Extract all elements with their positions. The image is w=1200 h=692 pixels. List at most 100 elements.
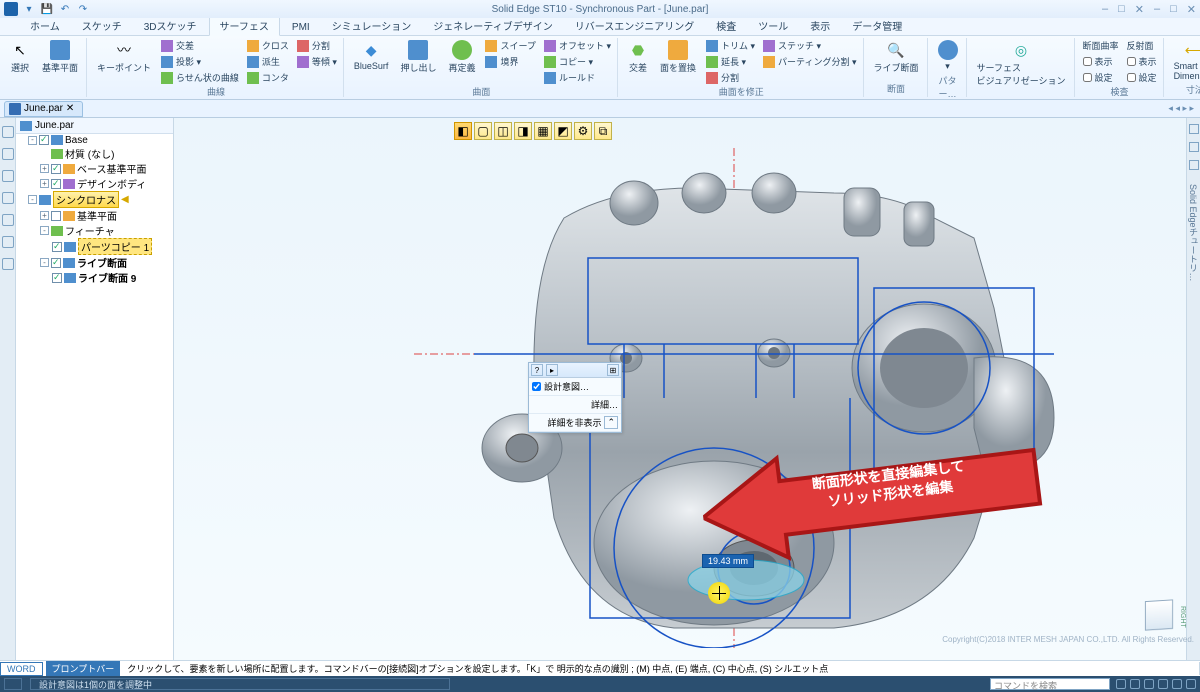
surface-viz-button[interactable]: ◎サーフェス ビジュアリゼーション <box>973 38 1070 89</box>
play-icon[interactable]: ▸ <box>546 364 558 376</box>
tab-sketch[interactable]: スケッチ <box>72 16 132 35</box>
ruled-button[interactable]: ルールド <box>542 70 613 85</box>
view-btn[interactable]: ◫ <box>494 122 512 140</box>
split-surf-button[interactable]: 分割 <box>704 70 757 85</box>
status-icon[interactable] <box>1116 679 1126 689</box>
rail-icon[interactable] <box>1189 124 1199 134</box>
tree-root[interactable]: June.par <box>16 118 173 134</box>
doc-close-icon[interactable]: ✕ <box>1187 3 1196 16</box>
doc-tab-active[interactable]: June.par ✕ <box>4 101 83 117</box>
tree-item[interactable]: +基準平面 <box>40 208 117 223</box>
tree-item[interactable]: ライブ断面 9 <box>52 270 136 285</box>
view-btn[interactable]: ◧ <box>454 122 472 140</box>
doc-tab-close-icon[interactable]: ✕ <box>66 103 74 114</box>
tab-simulation[interactable]: シミュレーション <box>322 16 422 35</box>
tab-data[interactable]: データ管理 <box>842 16 912 35</box>
tree-item[interactable]: +ベース基準平面 <box>40 161 147 176</box>
status-icon[interactable] <box>1130 679 1140 689</box>
maximize-icon[interactable]: □ <box>1118 3 1125 16</box>
tree-item[interactable]: -Base <box>28 135 88 146</box>
tree-item[interactable]: +デザインボディ <box>40 176 146 191</box>
status-icon[interactable] <box>1172 679 1182 689</box>
status-icon[interactable] <box>1144 679 1154 689</box>
view-btn[interactable]: ▢ <box>474 122 492 140</box>
detail-row[interactable]: 詳細… <box>529 396 621 414</box>
stitch-button[interactable]: ステッチ ▾ <box>761 38 858 53</box>
save-icon[interactable]: 💾 <box>40 2 54 16</box>
parting-button[interactable]: パーティング分割 ▾ <box>761 54 858 69</box>
view-btn[interactable]: ⧉ <box>594 122 612 140</box>
intersect-surf-button[interactable]: ⬣交差 <box>624 38 652 76</box>
close-icon[interactable]: ✕ <box>1135 3 1144 16</box>
status-icon[interactable] <box>1186 679 1196 689</box>
view-btn[interactable]: ▦ <box>534 122 552 140</box>
tab-home[interactable]: ホーム <box>20 16 70 35</box>
doc-maximize-icon[interactable]: □ <box>1170 3 1177 16</box>
tab-view[interactable]: 表示 <box>800 16 840 35</box>
cross-button[interactable]: クロス <box>245 38 291 53</box>
hide-detail-row[interactable]: 詳細を非表示⌃ <box>529 414 621 432</box>
tree-item[interactable]: -フィーチャ <box>40 223 115 238</box>
right-tab-label[interactable]: Solid Edgeチュートリ… <box>1187 184 1200 282</box>
rail-icon[interactable] <box>1189 142 1199 152</box>
minimize-icon[interactable]: – <box>1102 3 1108 16</box>
contour-button[interactable]: コンタ <box>245 70 291 85</box>
trim-button[interactable]: トリム ▾ <box>704 38 757 53</box>
tab-inspect[interactable]: 検査 <box>706 16 746 35</box>
dimension-readout[interactable]: 19.43 mm <box>702 554 754 568</box>
tree-item-selected[interactable]: -シンクロナス◀ <box>28 191 129 208</box>
isocline-button[interactable]: 等傾 ▾ <box>295 54 339 69</box>
sweep-button[interactable]: スイープ <box>483 38 537 53</box>
tree-item[interactable]: -ライブ断面 <box>40 255 127 270</box>
select-button[interactable]: ↖選択 <box>6 38 34 76</box>
view-btn[interactable]: ⚙ <box>574 122 592 140</box>
tab-generative[interactable]: ジェネレーティブデザイン <box>423 16 562 35</box>
bluesurf-button[interactable]: ◆BlueSurf <box>350 38 393 73</box>
tab-tools[interactable]: ツール <box>748 16 798 35</box>
rail-icon[interactable] <box>2 170 14 182</box>
curvature-set[interactable]: 設定 <box>1081 70 1121 85</box>
project-button[interactable]: 投影 ▾ <box>159 54 241 69</box>
offset-button[interactable]: オフセット ▾ <box>542 38 613 53</box>
reflect-set[interactable]: 設定 <box>1125 70 1159 85</box>
tree-item[interactable]: 材質 (なし) <box>40 146 114 161</box>
status-icon[interactable] <box>1158 679 1168 689</box>
rail-icon[interactable] <box>2 148 14 160</box>
doc-minimize-icon[interactable]: – <box>1154 3 1160 16</box>
undo-icon[interactable]: ↶ <box>58 2 72 16</box>
keypoint-button[interactable]: 〰キーポイント <box>93 38 155 76</box>
ref-plane-button[interactable]: 基準平面 <box>38 38 82 76</box>
helix-button[interactable]: らせん状の曲線 <box>159 70 241 85</box>
curvature-show[interactable]: 表示 <box>1081 54 1121 69</box>
reflect-show[interactable]: 表示 <box>1125 54 1159 69</box>
intersect-button[interactable]: 交差 <box>159 38 241 53</box>
command-search[interactable]: コマンドを検索 <box>990 678 1110 690</box>
viewport-3d[interactable]: ◧ ▢ ◫ ◨ ▦ ◩ ⚙ ⧉ <box>174 118 1200 660</box>
doc-nav[interactable]: ◂ ◂ ▸ ▸ <box>1168 103 1194 114</box>
tree-item-selected2[interactable]: パーツコピー 1 <box>52 238 152 255</box>
rail-icon[interactable] <box>2 126 14 138</box>
rail-icon[interactable] <box>2 214 14 226</box>
copy-surf-button[interactable]: コピー ▾ <box>542 54 613 69</box>
smart-dim-button[interactable]: ⟷Smart Dimension <box>1170 38 1200 83</box>
view-btn[interactable]: ◨ <box>514 122 532 140</box>
extrude-button[interactable]: 押し出し <box>396 38 440 76</box>
design-intent-row[interactable]: 設計意図… <box>529 378 621 396</box>
split-curve-button[interactable]: 分割 <box>295 38 339 53</box>
rail-icon[interactable] <box>2 192 14 204</box>
redo-icon[interactable]: ↷ <box>76 2 90 16</box>
pin-icon[interactable]: ⊞ <box>607 364 619 376</box>
drag-point-icon[interactable] <box>708 582 730 604</box>
tab-surface[interactable]: サーフェス <box>209 15 280 36</box>
rail-icon[interactable] <box>1189 160 1199 170</box>
pattern-button[interactable]: ▾ <box>934 38 962 74</box>
rail-icon[interactable] <box>2 258 14 270</box>
tab-3dsketch[interactable]: 3Dスケッチ <box>134 16 207 35</box>
design-intent-panel[interactable]: ? ▸ ⊞ 設計意図… 詳細… 詳細を非表示⌃ <box>528 362 622 433</box>
view-btn[interactable]: ◩ <box>554 122 572 140</box>
tab-pmi[interactable]: PMI <box>282 20 320 35</box>
bounded-button[interactable]: 境界 <box>483 54 537 69</box>
tab-reverse[interactable]: リバースエンジニアリング <box>565 16 705 35</box>
derive-button[interactable]: 派生 <box>245 54 291 69</box>
live-section-button[interactable]: 🔍ライブ断面 <box>870 38 923 76</box>
